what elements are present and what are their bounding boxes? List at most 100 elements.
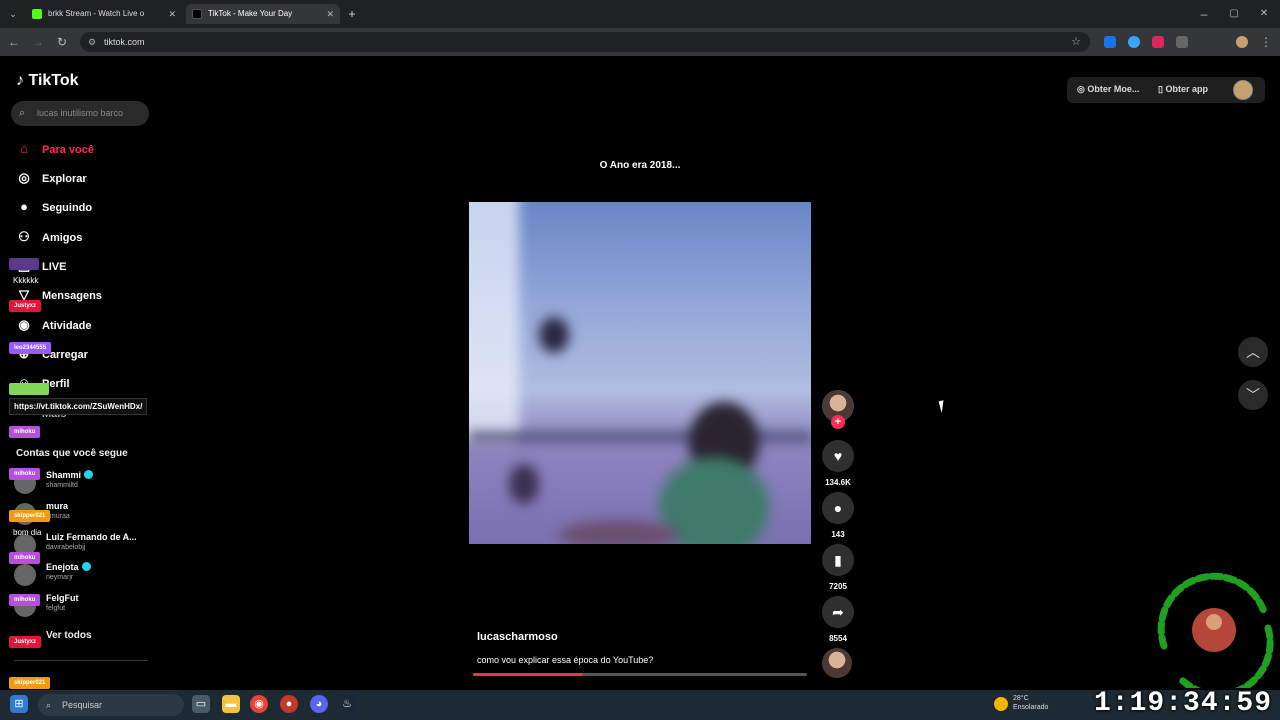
chat-username: mihoku: [9, 594, 41, 606]
following-name: Shammi: [46, 470, 82, 480]
avatar: [14, 564, 36, 586]
nav-for-you[interactable]: ⌂ Para você: [14, 138, 94, 160]
divider: [14, 660, 148, 661]
activity-icon: ◉: [18, 317, 30, 332]
verified-icon: [81, 562, 91, 571]
save-action[interactable]: ▮ 7205: [822, 544, 854, 591]
close-icon[interactable]: ✕: [326, 4, 334, 24]
home-icon: ⌂: [20, 141, 28, 156]
extension-icon[interactable]: [1128, 36, 1140, 48]
tab-tiktok[interactable]: TikTok - Make Your Day ✕: [186, 4, 340, 24]
weather-widget[interactable]: 28°C Ensolarado: [1013, 694, 1048, 712]
weather-description: Ensolarado: [1013, 704, 1049, 711]
back-icon[interactable]: ←: [6, 34, 22, 50]
watermark-face: [1206, 614, 1222, 630]
previous-video-button[interactable]: ︿: [1238, 337, 1268, 367]
discord-icon[interactable]: ◕: [310, 695, 328, 713]
tab-kick[interactable]: brkk Stream - Watch Live o ✕: [26, 4, 182, 24]
chat-message: bom dia: [13, 528, 42, 537]
video-progress-bar[interactable]: [473, 673, 807, 676]
weather-temperature: 28°C: [1013, 695, 1029, 702]
video-frame-detail: [559, 520, 679, 544]
tiktok-icon: [192, 9, 202, 19]
following-item[interactable]: Enejota neymarjr: [14, 562, 144, 588]
following-handle: neymarjr: [46, 574, 74, 581]
nav-label: Explorar: [42, 173, 87, 185]
nav-label: Para você: [42, 144, 94, 156]
get-coins-button[interactable]: ◎ Obter Moe...: [1077, 84, 1139, 95]
menu-icon[interactable]: ⋮: [1258, 34, 1274, 50]
chat-username: leo2344555: [9, 342, 52, 354]
comment-action[interactable]: ● 143: [822, 492, 854, 539]
tab-search-icon[interactable]: ⌄: [5, 6, 21, 22]
tab-title: brkk Stream - Watch Live o: [48, 9, 145, 18]
friends-icon: ⚇: [18, 229, 30, 244]
address-bar[interactable]: ⚙ tiktok.com: [80, 32, 1090, 52]
app-label: Obter app: [1165, 84, 1208, 94]
nav-explore[interactable]: ◎ Explorar: [14, 167, 87, 189]
tiktok-logo[interactable]: ♪ TikTok: [16, 72, 79, 90]
bookmark-star-icon[interactable]: ☆: [1068, 34, 1084, 50]
compass-icon: ◎: [18, 170, 30, 185]
following-handle: davirabelobjj: [46, 544, 86, 551]
extension-icon[interactable]: [1152, 36, 1164, 48]
follow-plus-button[interactable]: +: [831, 415, 845, 429]
nav-friends[interactable]: ⚇ Amigos: [14, 226, 82, 248]
music-disc-avatar[interactable]: [822, 648, 852, 678]
nav-label: LIVE: [42, 261, 67, 273]
comment-icon[interactable]: ●: [822, 492, 854, 524]
reload-icon[interactable]: ↻: [54, 34, 70, 50]
chat-username: Justyxz: [9, 300, 42, 312]
chat-username: mihoku: [9, 468, 41, 480]
kick-icon: [32, 9, 42, 19]
see-all-link[interactable]: Ver todos: [46, 630, 92, 641]
nav-label: Seguindo: [42, 202, 93, 214]
app-icon[interactable]: ●: [280, 695, 298, 713]
close-icon[interactable]: ✕: [168, 4, 176, 24]
bookmark-icon[interactable]: ▮: [822, 544, 854, 576]
chrome-icon[interactable]: ◉: [250, 695, 268, 713]
video-frame-detail: [469, 202, 519, 442]
tiktok-icon: ♪: [16, 72, 24, 89]
windows-start-icon[interactable]: ⊞: [10, 695, 28, 713]
taskbar-search[interactable]: ⌕ Pesquisar: [38, 694, 184, 716]
comment-count: 143: [831, 530, 845, 539]
maximize-button[interactable]: ▢: [1226, 6, 1242, 22]
puzzle-icon[interactable]: [1176, 36, 1188, 48]
nav-following[interactable]: ● Seguindo: [14, 196, 92, 218]
minimize-button[interactable]: –: [1196, 6, 1212, 22]
search-icon: ⌕: [19, 107, 26, 119]
video-frame-detail: [539, 317, 569, 353]
window-close-button[interactable]: ✕: [1256, 6, 1272, 22]
search-input[interactable]: ⌕ lucas inutilismo barco: [11, 101, 149, 126]
heart-icon[interactable]: ♥: [822, 440, 854, 472]
user-avatar[interactable]: [1233, 80, 1253, 100]
chat-username: mihoku: [9, 426, 41, 438]
nav-activity[interactable]: ◉ Atividade: [14, 314, 91, 336]
like-action[interactable]: ♥ 134.6K: [822, 440, 854, 487]
next-video-button[interactable]: ﹀: [1238, 380, 1268, 410]
new-tab-button[interactable]: +: [344, 6, 360, 22]
nav-label: Mensagens: [42, 290, 102, 302]
steam-icon[interactable]: ♨: [338, 695, 356, 713]
share-icon[interactable]: ➦: [822, 596, 854, 628]
tab-title: TikTok - Make Your Day: [208, 9, 293, 18]
stream-timer: 1:19:34:59: [1094, 688, 1273, 719]
chat-username: skipper021: [9, 677, 51, 689]
extension-icon[interactable]: [1104, 36, 1116, 48]
task-view-icon[interactable]: ▭: [192, 695, 210, 713]
video-username[interactable]: lucascharmoso: [477, 631, 558, 643]
share-action[interactable]: ➦ 8554: [822, 596, 854, 643]
search-placeholder: lucas inutilismo barco: [37, 108, 124, 118]
get-app-button[interactable]: ▯ Obter app: [1158, 84, 1208, 95]
like-count: 134.6K: [825, 478, 851, 487]
chat-badge: [9, 258, 39, 270]
video-progress-fill: [473, 673, 584, 676]
video-frame-detail: [509, 464, 539, 504]
coins-label: Obter Moe...: [1087, 84, 1140, 94]
video-player[interactable]: [469, 202, 811, 544]
file-explorer-icon[interactable]: ▬: [222, 695, 240, 713]
profile-avatar[interactable]: [1236, 36, 1248, 48]
forward-icon[interactable]: →: [30, 34, 46, 50]
site-info-icon[interactable]: ⚙: [88, 32, 96, 52]
